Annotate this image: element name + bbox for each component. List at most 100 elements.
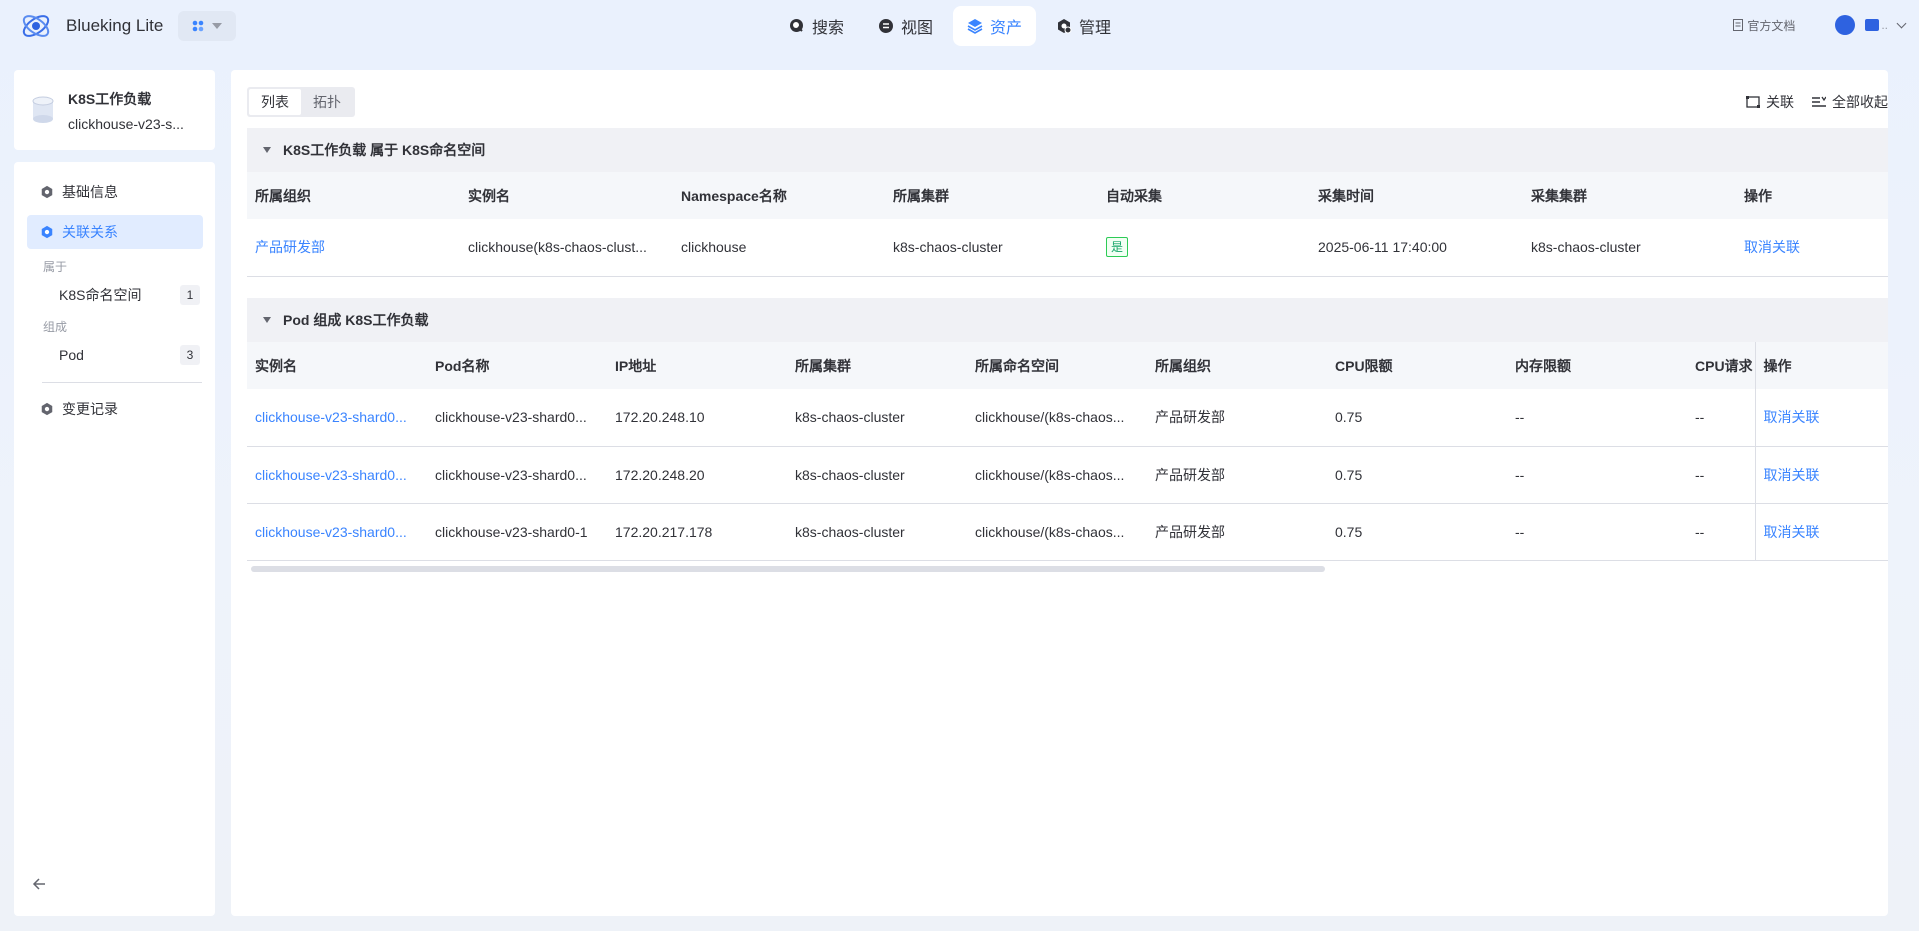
nav-search[interactable]: 搜索 <box>775 6 858 46</box>
official-docs-label: 官方文档 <box>1747 18 1796 33</box>
app-switcher[interactable] <box>178 11 236 41</box>
sidebar-item-relations[interactable]: 关联关系 <box>27 215 203 249</box>
collect-cluster: k8s-chaos-cluster <box>1523 219 1736 277</box>
column-header[interactable]: 所属组织 <box>1147 342 1327 389</box>
sidebar-item-basic-info[interactable]: 基础信息 <box>27 175 203 209</box>
object-subtitle: clickhouse-v23-s... <box>68 115 184 132</box>
cluster-name: k8s-chaos-cluster <box>885 219 1098 277</box>
column-header[interactable]: 实例名 <box>460 172 673 219</box>
cpu-limit: 0.75 <box>1327 389 1507 447</box>
collapse-all-button[interactable]: 全部收起 <box>1812 92 1888 112</box>
nav-assets[interactable]: 资产 <box>953 6 1037 46</box>
official-docs-link[interactable]: 官方文档 <box>1733 17 1795 34</box>
table-row: 产品研发部 clickhouse(k8s-chaos-clust... clic… <box>247 219 1888 277</box>
instance-link[interactable]: clickhouse-v23-shard0... <box>247 503 427 561</box>
column-header[interactable]: 实例名 <box>247 342 427 389</box>
user-name-block[interactable] <box>1865 19 1880 31</box>
blueking-logo-icon <box>22 15 50 37</box>
ip-address: 172.20.217.178 <box>607 503 787 561</box>
nav-assets-label: 资产 <box>990 20 1023 37</box>
brand-name: Blueking Lite <box>66 16 164 35</box>
unrelate-button[interactable]: 取消关联 <box>1754 503 1888 561</box>
cylinder-icon <box>32 96 54 123</box>
cluster-name: k8s-chaos-cluster <box>787 503 967 561</box>
avatar[interactable] <box>1835 15 1856 35</box>
sidebar-item-label: 基础信息 <box>62 184 118 200</box>
namespace-name: clickhouse/(k8s-chaos... <box>967 503 1147 561</box>
collapse-all-label: 全部收起 <box>1832 94 1888 110</box>
brand[interactable]: Blueking Lite <box>20 10 163 42</box>
column-header[interactable]: 自动采集 <box>1098 172 1310 219</box>
table-header-row: 所属组织 实例名 Namespace名称 所属集群 自动采集 采集时间 采集集群… <box>247 172 1888 219</box>
column-header[interactable]: 所属集群 <box>787 342 967 389</box>
unrelate-button[interactable]: 取消关联 <box>1736 219 1888 277</box>
cpu-request: -- <box>1687 389 1755 447</box>
sidebar-item-label: Pod <box>59 347 84 363</box>
instance-name: clickhouse(k8s-chaos-clust... <box>460 219 673 277</box>
column-header[interactable]: 采集集群 <box>1523 172 1736 219</box>
collect-time: 2025-06-11 17:40:00 <box>1310 219 1523 277</box>
caret-down-icon <box>212 23 222 29</box>
chevron-down-icon[interactable] <box>1896 18 1907 28</box>
column-header[interactable]: CPU请求 <box>1687 342 1755 389</box>
section-header-pod[interactable]: Pod 组成 K8S工作负载 <box>247 298 1888 342</box>
org-name: 产品研发部 <box>1147 389 1327 447</box>
column-header[interactable]: CPU限额 <box>1327 342 1507 389</box>
section-header-namespace[interactable]: K8S工作负载 属于 K8S命名空间 <box>247 128 1888 172</box>
sidebar-item-label: 关联关系 <box>62 224 118 240</box>
namespace-name: clickhouse <box>673 219 885 277</box>
horizontal-scrollbar[interactable] <box>251 566 1325 572</box>
column-header: 操作 <box>1754 342 1888 389</box>
layers-icon <box>967 19 983 34</box>
tab-topology[interactable]: 拓扑 <box>301 89 353 115</box>
column-header[interactable]: 所属命名空间 <box>967 342 1147 389</box>
nav-view-label: 视图 <box>901 20 934 37</box>
column-header[interactable]: 采集时间 <box>1310 172 1523 219</box>
column-header[interactable]: 内存限额 <box>1507 342 1687 389</box>
ip-address: 172.20.248.20 <box>607 446 787 504</box>
namespace-table: 所属组织 实例名 Namespace名称 所属集群 自动采集 采集时间 采集集群… <box>247 172 1888 277</box>
unrelate-button[interactable]: 取消关联 <box>1754 446 1888 504</box>
group-label-compose: 组成 <box>43 320 68 334</box>
arrow-left-icon[interactable] <box>30 874 50 894</box>
column-header[interactable]: IP地址 <box>607 342 787 389</box>
pod-table: 实例名 Pod名称 IP地址 所属集群 所属命名空间 所属组织 CPU限额 内存… <box>247 342 1888 561</box>
search-icon <box>790 19 803 32</box>
instance-link[interactable]: clickhouse-v23-shard0... <box>247 389 427 447</box>
cpu-request: -- <box>1687 446 1755 504</box>
nav-manage[interactable]: 管理 <box>1042 6 1125 46</box>
apps-icon <box>192 20 204 32</box>
gear-icon <box>41 185 53 199</box>
column-header[interactable]: Namespace名称 <box>673 172 885 219</box>
top-bar: Blueking Lite 搜索 视图 资产 管理 官方文档 .. <box>0 0 1919 52</box>
column-header: 操作 <box>1736 172 1888 219</box>
sidebar-item-pod[interactable]: Pod 3 <box>41 341 203 369</box>
table-row: clickhouse-v23-shard0... clickhouse-v23-… <box>247 389 1888 447</box>
nav-manage-label: 管理 <box>1079 20 1112 37</box>
memory-limit: -- <box>1507 446 1687 504</box>
relate-button[interactable]: 关联 <box>1746 92 1794 112</box>
nav-view[interactable]: 视图 <box>864 6 947 46</box>
column-header[interactable]: Pod名称 <box>427 342 607 389</box>
sidebar-item-namespace[interactable]: K8S命名空间 1 <box>41 281 203 309</box>
count-badge: 1 <box>180 285 200 305</box>
instance-link[interactable]: clickhouse-v23-shard0... <box>247 446 427 504</box>
cpu-request: -- <box>1687 503 1755 561</box>
section-title: K8S工作负载 属于 K8S命名空间 <box>283 142 486 158</box>
org-name: 产品研发部 <box>1147 446 1327 504</box>
table-row: clickhouse-v23-shard0... clickhouse-v23-… <box>247 503 1888 561</box>
org-link[interactable]: 产品研发部 <box>247 219 460 277</box>
nav-search-label: 搜索 <box>812 20 845 37</box>
sidebar-item-change-log[interactable]: 变更记录 <box>27 392 203 426</box>
tab-list[interactable]: 列表 <box>249 89 301 115</box>
column-header[interactable]: 所属组织 <box>247 172 460 219</box>
object-card: K8S工作负载 clickhouse-v23-s... <box>14 70 215 150</box>
main-nav: 搜索 视图 资产 管理 <box>775 6 1125 46</box>
gear-icon <box>41 225 53 239</box>
unrelate-button[interactable]: 取消关联 <box>1754 389 1888 447</box>
column-header[interactable]: 所属集群 <box>885 172 1098 219</box>
gear-icon <box>1058 19 1072 34</box>
cpu-limit: 0.75 <box>1327 503 1507 561</box>
divider <box>42 382 202 383</box>
cpu-limit: 0.75 <box>1327 446 1507 504</box>
